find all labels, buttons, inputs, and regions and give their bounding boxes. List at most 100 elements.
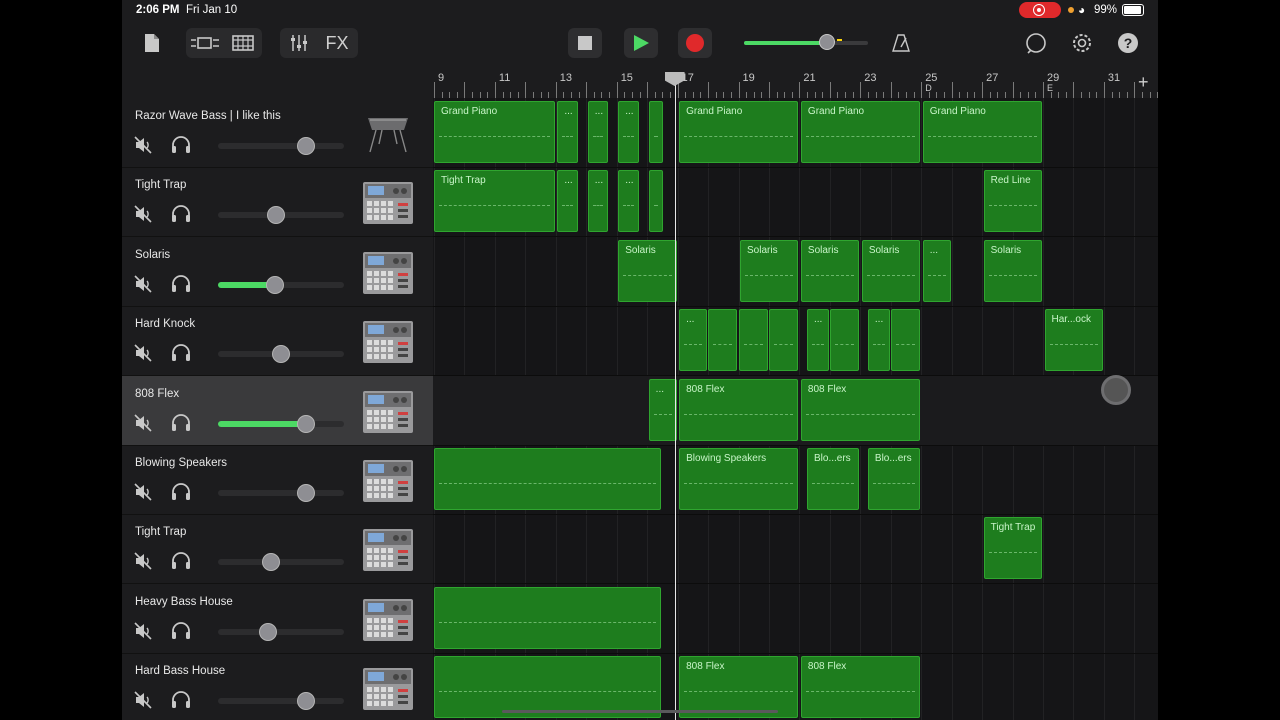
track-header[interactable]: Hard Knock <box>122 306 433 377</box>
music-region[interactable]: Blo...ers <box>807 448 860 510</box>
music-region[interactable]: Solaris <box>740 239 799 302</box>
music-region[interactable]: Solaris <box>618 239 677 302</box>
music-region[interactable]: Grand Piano <box>800 101 921 163</box>
drum-machine-icon[interactable] <box>362 667 414 711</box>
headphones-solo-icon[interactable] <box>171 552 191 570</box>
music-region[interactable]: 808 Flex <box>679 378 799 441</box>
drum-machine-icon[interactable] <box>362 528 414 572</box>
music-region[interactable]: Blo...ers <box>867 448 921 510</box>
track-volume-slider[interactable] <box>218 414 344 433</box>
stop-button[interactable] <box>568 28 602 58</box>
track-volume-knob[interactable] <box>272 345 290 364</box>
music-region[interactable] <box>708 309 738 372</box>
music-region[interactable]: ... <box>587 170 609 233</box>
track-header[interactable]: Hard Bass House <box>122 653 433 720</box>
music-region[interactable]: 808 Flex <box>679 656 799 719</box>
music-region[interactable]: Solaris <box>983 239 1042 302</box>
music-region[interactable] <box>738 309 768 372</box>
music-region[interactable]: ... <box>618 101 639 163</box>
track-volume-slider[interactable] <box>218 484 344 502</box>
play-button[interactable] <box>624 28 658 58</box>
music-region[interactable] <box>434 586 662 649</box>
music-region[interactable] <box>768 309 799 372</box>
music-region[interactable]: Solaris <box>800 239 860 302</box>
screen-recording-indicator[interactable] <box>1019 2 1061 18</box>
track-lane[interactable] <box>433 514 1158 585</box>
add-section-icon[interactable]: + <box>1138 72 1149 93</box>
fx-button[interactable]: FX <box>320 28 354 58</box>
drum-machine-icon[interactable] <box>362 390 414 434</box>
document-icon[interactable] <box>142 28 162 58</box>
track-header[interactable]: Tight Trap <box>122 514 433 585</box>
track-volume-knob[interactable] <box>259 622 278 641</box>
headphones-solo-icon[interactable] <box>171 413 191 432</box>
horizontal-scrollbar[interactable] <box>502 710 778 713</box>
music-region[interactable]: Tight Trap <box>434 170 555 233</box>
keyboard-icon[interactable] <box>362 112 414 156</box>
record-button[interactable] <box>678 28 712 58</box>
music-region[interactable]: 808 Flex <box>800 656 921 719</box>
headphones-solo-icon[interactable] <box>171 205 191 223</box>
headphones-solo-icon[interactable] <box>171 621 191 640</box>
drum-machine-icon[interactable] <box>362 459 414 503</box>
headphones-solo-icon[interactable] <box>171 344 191 362</box>
music-region[interactable]: Har...ock <box>1044 309 1103 372</box>
drum-machine-icon[interactable] <box>362 181 414 225</box>
track-volume-knob[interactable] <box>261 553 280 572</box>
music-region[interactable] <box>890 309 921 372</box>
music-region[interactable]: Blowing Speakers <box>679 448 799 510</box>
track-header[interactable]: Razor Wave Bass | I like this <box>122 98 433 168</box>
track-volume-slider[interactable] <box>218 206 344 225</box>
mute-icon[interactable] <box>134 275 152 293</box>
music-region[interactable] <box>434 448 662 510</box>
mute-icon[interactable] <box>134 136 152 154</box>
music-region[interactable]: ... <box>618 170 639 233</box>
master-volume-slider[interactable] <box>744 34 868 50</box>
mute-icon[interactable] <box>134 344 152 362</box>
mute-icon[interactable] <box>134 622 152 640</box>
music-region[interactable]: ... <box>867 309 890 372</box>
drum-machine-icon[interactable] <box>362 251 414 295</box>
music-region[interactable] <box>434 656 662 719</box>
mute-icon[interactable] <box>134 205 152 223</box>
drum-machine-icon[interactable] <box>362 320 414 364</box>
music-region[interactable]: ... <box>587 101 609 163</box>
track-volume-slider[interactable] <box>218 692 344 711</box>
mixer-icon[interactable] <box>286 28 312 58</box>
mute-icon[interactable] <box>134 552 152 570</box>
track-volume-knob[interactable] <box>297 484 316 502</box>
music-region[interactable]: Grand Piano <box>922 101 1042 163</box>
music-region[interactable]: ... <box>648 378 677 441</box>
timeline-ruler[interactable]: 9 11 13 15 17 19 21 23 25 27 29 31 D E <box>433 70 1158 98</box>
music-region[interactable]: ... <box>807 309 829 372</box>
headphones-solo-icon[interactable] <box>171 136 191 154</box>
track-view-icon[interactable] <box>188 28 222 58</box>
playhead[interactable] <box>674 72 676 720</box>
headphones-solo-icon[interactable] <box>171 274 191 293</box>
music-region[interactable]: ... <box>679 309 708 372</box>
settings-icon[interactable] <box>1070 28 1094 58</box>
mute-icon[interactable] <box>134 414 152 432</box>
music-region[interactable]: Tight Trap <box>983 517 1042 580</box>
track-volume-slider[interactable] <box>218 137 344 155</box>
music-region[interactable]: ... <box>922 239 951 302</box>
track-volume-slider[interactable] <box>218 275 344 294</box>
track-header[interactable]: Heavy Bass House <box>122 584 433 654</box>
music-region[interactable]: ... <box>557 170 578 233</box>
track-volume-knob[interactable] <box>297 137 316 155</box>
track-volume-knob[interactable] <box>266 206 285 225</box>
headphones-solo-icon[interactable] <box>171 691 191 709</box>
music-region[interactable]: Solaris <box>861 239 921 302</box>
help-icon[interactable]: ? <box>1116 28 1140 58</box>
music-region[interactable]: Grand Piano <box>434 101 555 163</box>
headphones-solo-icon[interactable] <box>171 483 191 501</box>
music-region[interactable]: 808 Flex <box>800 378 921 441</box>
mute-icon[interactable] <box>134 691 152 709</box>
loop-browser-icon[interactable] <box>1024 28 1048 58</box>
floating-touch-button[interactable] <box>1101 375 1131 405</box>
track-volume-slider[interactable] <box>218 345 344 364</box>
music-region[interactable]: Red Line <box>983 170 1042 233</box>
music-region[interactable] <box>648 101 663 163</box>
music-region[interactable]: ... <box>557 101 578 163</box>
music-region[interactable] <box>648 170 663 233</box>
